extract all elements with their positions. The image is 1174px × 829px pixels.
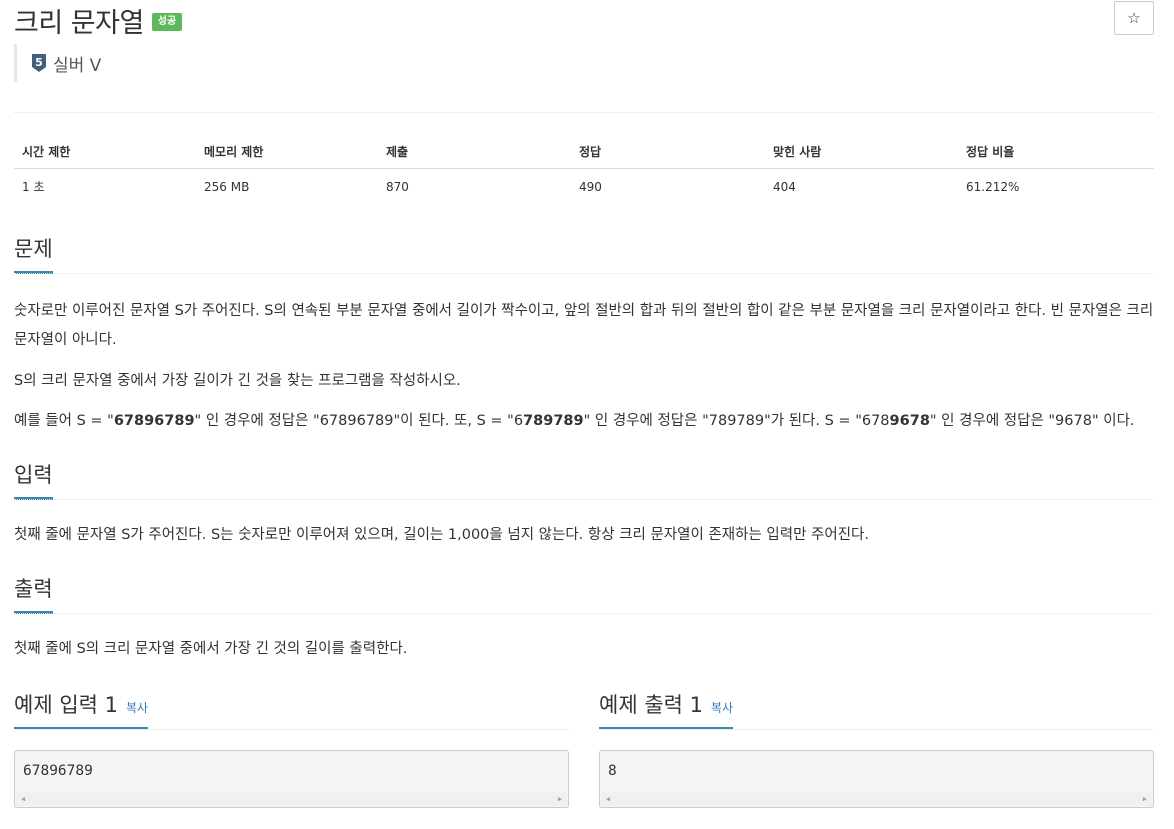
star-icon: ☆	[1127, 9, 1141, 27]
status-badge: 성공	[151, 13, 183, 31]
copy-output-button[interactable]: 복사	[711, 701, 733, 715]
accepted-value: 490	[579, 179, 602, 194]
memory-limit-value: 256 MB	[204, 179, 250, 194]
header-solved-users: 맞힌 사람	[765, 135, 958, 169]
sample-output-value: 8	[608, 763, 617, 779]
table-header-row: 시간 제한 메모리 제한 제출 정답 맞힌 사람 정답 비율	[14, 135, 1154, 169]
scroll-left-icon[interactable]: ◀	[601, 792, 615, 806]
table-row: 1 초 256 MB 870 490 404 61.212%	[14, 169, 1154, 205]
problem-description: 숫자로만 이루어진 문자열 S가 주어진다. S의 연속된 부분 문자열 중에서…	[14, 303, 1154, 348]
problem-title: 크리 문자열	[14, 7, 144, 39]
header-time-limit: 시간 제한	[14, 135, 196, 169]
sample-input-header: 예제 입력 1 복사	[14, 689, 569, 730]
accept-ratio-value: 61.212%	[966, 179, 1020, 194]
solved-users-value: 404	[773, 179, 796, 194]
submissions-value: 870	[386, 179, 409, 194]
sample-input-heading: 예제 입력 1 복사	[14, 689, 149, 730]
problem-task: S의 크리 문자열 중에서 가장 길이가 긴 것을 찾는 프로그램을 작성하시오…	[14, 373, 461, 389]
time-limit-value: 1 초	[22, 180, 45, 194]
header-memory-limit: 메모리 제한	[196, 135, 378, 169]
horizontal-scrollbar[interactable]: ◀ ▶	[601, 792, 1152, 806]
problem-heading: 문제	[14, 233, 53, 274]
tier-label: 실버 V	[53, 55, 102, 76]
scroll-right-icon[interactable]: ▶	[553, 792, 567, 806]
problem-section-header: 문제	[14, 233, 1154, 274]
header-accepted: 정답	[571, 135, 765, 169]
sample-input-box[interactable]: 67896789 ◀ ▶	[14, 750, 569, 808]
problem-title-row: 크리 문자열 성공	[14, 0, 183, 40]
header-accept-ratio: 정답 비율	[958, 135, 1154, 169]
sample-input-value: 67896789	[23, 763, 93, 779]
output-section-header: 출력	[14, 573, 1154, 614]
tier-box: 5 실버 V	[14, 44, 101, 82]
problem-example-text: 예를 들어 S = "67896789" 인 경우에 정답은 "67896789…	[14, 413, 1135, 429]
header-submissions: 제출	[378, 135, 571, 169]
problem-info-table: 시간 제한 메모리 제한 제출 정답 맞힌 사람 정답 비율 1 초 256 M…	[14, 135, 1154, 204]
output-heading: 출력	[14, 573, 53, 614]
sample-output-heading: 예제 출력 1 복사	[599, 689, 734, 730]
output-description: 첫째 줄에 S의 크리 문자열 중에서 가장 긴 것의 길이를 출력한다.	[14, 641, 408, 657]
star-button[interactable]: ☆	[1114, 1, 1154, 35]
input-section-header: 입력	[14, 459, 1154, 500]
silver-tier-icon: 5	[32, 54, 46, 72]
horizontal-scrollbar[interactable]: ◀ ▶	[16, 792, 567, 806]
input-description: 첫째 줄에 문자열 S가 주어진다. S는 숫자로만 이루어져 있으며, 길이는…	[14, 527, 869, 543]
scroll-right-icon[interactable]: ▶	[1138, 792, 1152, 806]
scroll-left-icon[interactable]: ◀	[16, 792, 30, 806]
input-heading: 입력	[14, 459, 53, 500]
copy-input-button[interactable]: 복사	[126, 701, 148, 715]
sample-output-box[interactable]: 8 ◀ ▶	[599, 750, 1154, 808]
divider	[14, 112, 1154, 113]
svg-text:5: 5	[35, 56, 43, 69]
sample-output-header: 예제 출력 1 복사	[599, 689, 1154, 730]
